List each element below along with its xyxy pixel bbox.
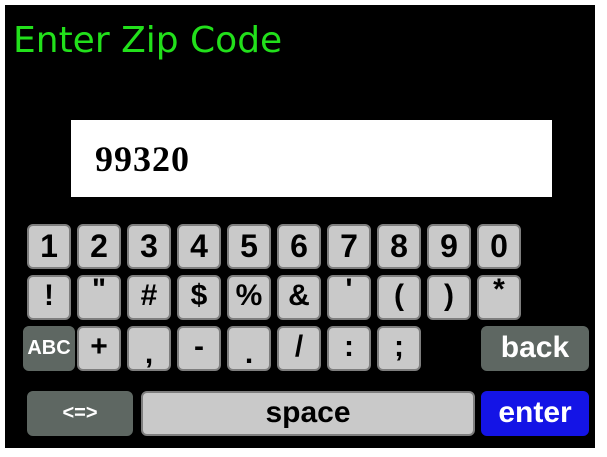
key-4[interactable]: 4: [177, 224, 221, 269]
key-9[interactable]: 9: [427, 224, 471, 269]
key-8[interactable]: 8: [377, 224, 421, 269]
key-5[interactable]: 5: [227, 224, 271, 269]
space-button[interactable]: space: [141, 391, 475, 436]
key-0[interactable]: 0: [477, 224, 521, 269]
key-open-paren[interactable]: (: [377, 275, 421, 320]
abc-mode-button[interactable]: ABC: [23, 326, 75, 371]
key-period[interactable]: .: [227, 326, 271, 371]
zip-code-value: 99320: [95, 139, 190, 179]
enter-button[interactable]: enter: [481, 391, 589, 436]
key-colon[interactable]: :: [327, 326, 371, 371]
key-1[interactable]: 1: [27, 224, 71, 269]
key-semicolon[interactable]: ;: [377, 326, 421, 371]
key-hash[interactable]: #: [127, 275, 171, 320]
keyboard-switch-button[interactable]: <=>: [27, 391, 133, 436]
zip-code-field[interactable]: 99320: [71, 120, 552, 197]
key-7[interactable]: 7: [327, 224, 371, 269]
key-3[interactable]: 3: [127, 224, 171, 269]
key-asterisk[interactable]: *: [477, 275, 521, 320]
key-minus[interactable]: -: [177, 326, 221, 371]
key-6[interactable]: 6: [277, 224, 321, 269]
key-double-quote[interactable]: ": [77, 275, 121, 320]
key-ampersand[interactable]: &: [277, 275, 321, 320]
device-screen: Enter Zip Code 99320 1 2 3 4 5 6 7 8 9 0…: [5, 5, 595, 448]
key-percent[interactable]: %: [227, 275, 271, 320]
key-apostrophe[interactable]: ': [327, 275, 371, 320]
key-dollar[interactable]: $: [177, 275, 221, 320]
key-plus[interactable]: +: [77, 326, 121, 371]
page-title: Enter Zip Code: [13, 20, 283, 61]
key-2[interactable]: 2: [77, 224, 121, 269]
key-slash[interactable]: /: [277, 326, 321, 371]
backspace-button[interactable]: back: [481, 326, 589, 371]
key-exclamation[interactable]: !: [27, 275, 71, 320]
key-comma[interactable]: ,: [127, 326, 171, 371]
key-close-paren[interactable]: ): [427, 275, 471, 320]
